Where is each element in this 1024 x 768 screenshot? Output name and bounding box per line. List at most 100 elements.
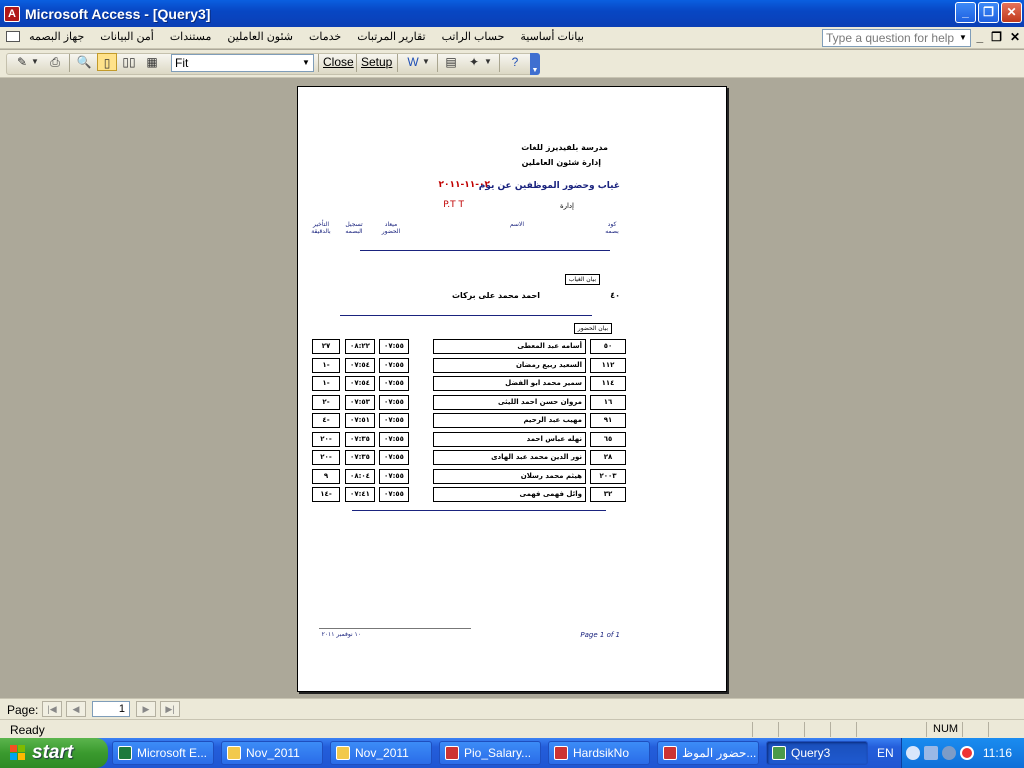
taskbar: start Microsoft E... Nov_2011 Nov_2011 P… [0, 738, 1024, 768]
dept-value: P.T T [443, 200, 464, 210]
school-name: مدرسة بلفيديرز للغات [521, 143, 608, 152]
footer-page: Page 1 of 1 [580, 631, 620, 639]
database-window-icon[interactable]: ▤ [441, 53, 461, 71]
row-name-cell: سمير محمد ابو الفضل [433, 376, 586, 391]
chevron-down-icon[interactable]: ▼ [299, 55, 313, 71]
close-preview-button[interactable]: Close [323, 55, 354, 69]
report-date: ٠٢-١١-٢٠١١ [438, 180, 490, 190]
mdi-minimize-button[interactable]: _ [976, 30, 983, 44]
row-arrival-cell: ٠٧:٥٥ [379, 431, 409, 447]
menu-fingerprint-device[interactable]: جهاز البصمه [29, 30, 84, 43]
table-divider [352, 510, 606, 511]
row-arrival-cell: ٠٧:٥٥ [379, 339, 409, 354]
network-icon[interactable] [924, 746, 938, 760]
help-search-input[interactable]: Type a question for help ▼ [822, 29, 971, 47]
row-delay-cell: -١٤ [312, 487, 340, 502]
task-hardsikno[interactable]: HardsikNo [548, 741, 650, 765]
close-button[interactable]: ✕ [1001, 2, 1022, 23]
row-arrival-cell: ٠٧:٥٥ [379, 468, 409, 484]
row-actual-cell: ٠٧:٣٥ [345, 450, 375, 465]
row-delay-cell: -١ [312, 357, 340, 373]
chevron-down-icon[interactable]: ▼ [421, 53, 431, 71]
windows-logo-icon [10, 745, 27, 761]
chevron-down-icon[interactable]: ▼ [30, 53, 40, 71]
chevron-left-icon[interactable] [906, 746, 920, 760]
multiple-pages-icon[interactable]: ▦ [142, 53, 162, 71]
help-icon[interactable]: ? [505, 53, 525, 71]
row-name-cell: مهيب عبد الرحيم [433, 413, 586, 428]
antivirus-icon[interactable] [960, 746, 974, 760]
header-code: كود بصمه [605, 221, 619, 235]
two-pages-icon[interactable]: ▯▯ [119, 53, 139, 71]
row-arrival-cell: ٠٧:٥٥ [379, 413, 409, 428]
volume-icon[interactable] [942, 746, 956, 760]
zoom-icon[interactable]: 🔍 [74, 53, 94, 71]
row-code-cell: ٩١ [590, 413, 626, 428]
last-page-icon[interactable]: ▶| [160, 701, 180, 717]
mdi-close-button[interactable]: ✕ [1010, 30, 1020, 44]
print-icon[interactable]: ⎙ [45, 53, 65, 71]
word-export-icon[interactable]: W [403, 53, 423, 71]
row-actual-cell: ٠٧:٥٤ [345, 357, 375, 373]
row-arrival-cell: ٠٧:٥٥ [379, 487, 409, 502]
row-code-cell: ٣٢ [590, 487, 626, 502]
prev-page-icon[interactable]: ◀ [66, 701, 86, 717]
row-name-cell: هيثم محمد رسلان [433, 468, 586, 484]
next-page-icon[interactable]: ▶ [136, 701, 156, 717]
header-actual: تسجيل البصمه [345, 221, 363, 235]
system-tray: 11:16 [901, 738, 1024, 768]
page-setup-button[interactable]: Setup [361, 55, 392, 69]
toolbar-options-icon[interactable]: ▼ [530, 53, 540, 75]
attendance-section-label: بيان الحضور [573, 323, 612, 334]
absent-code: ٤٠ [610, 291, 620, 300]
window-title: Microsoft Access - [Query3] [25, 5, 211, 22]
task-excel[interactable]: Microsoft E... [112, 741, 214, 765]
chevron-down-icon[interactable]: ▼ [956, 30, 970, 46]
language-indicator[interactable]: EN [877, 746, 894, 760]
status-bar: Ready NUM [0, 719, 1024, 738]
task-folder-1[interactable]: Nov_2011 [221, 741, 323, 765]
menu-basic-data[interactable]: بيانات أساسية [520, 30, 584, 43]
row-arrival-cell: ٠٧:٥٥ [379, 450, 409, 465]
one-page-icon[interactable]: ▯ [97, 53, 117, 71]
minimize-button[interactable]: _ [955, 2, 976, 23]
start-button[interactable]: start [0, 738, 108, 768]
report-page[interactable]: مدرسة بلفيديرز للغات إدارة شئون العاملين… [297, 86, 727, 692]
menu-salary-calc[interactable]: حساب الراتب [442, 30, 505, 43]
menu-services[interactable]: خدمات [309, 30, 341, 43]
menu-salary-reports[interactable]: تقارير المرتبات [357, 30, 425, 43]
row-name-cell: أسامه عبد المعطى [433, 339, 586, 354]
mdi-restore-button[interactable]: ❐ [991, 30, 1002, 44]
row-delay-cell: -٤ [312, 413, 340, 428]
title-bar: A Microsoft Access - [Query3] _ ❐ ✕ [0, 0, 1024, 27]
row-arrival-cell: ٠٧:٥٥ [379, 394, 409, 410]
row-arrival-cell: ٠٧:٥٥ [379, 357, 409, 373]
row-arrival-cell: ٠٧:٥٥ [379, 376, 409, 391]
restore-button[interactable]: ❐ [978, 2, 999, 23]
row-delay-cell: -٢ [312, 394, 340, 410]
chevron-down-icon[interactable]: ▼ [483, 53, 493, 71]
task-folder-2[interactable]: Nov_2011 [330, 741, 432, 765]
row-actual-cell: ٠٧:٥١ [345, 413, 375, 428]
row-code-cell: ١١٤ [590, 376, 626, 391]
task-pio-salary[interactable]: Pio_Salary... [439, 741, 541, 765]
header-arrival: ميعاد الحضور [381, 221, 401, 235]
page-label: Page: [7, 703, 39, 717]
task-attendance[interactable]: حضور الموظ... [657, 741, 759, 765]
task-query3[interactable]: Query3 [766, 741, 868, 765]
first-page-icon[interactable]: |◀ [42, 701, 62, 717]
row-name-cell: السعيد ربيع رمضان [433, 357, 586, 373]
access-app-icon[interactable]: A [4, 5, 20, 22]
new-object-icon[interactable]: ✦ [464, 53, 484, 71]
menu-documents[interactable]: مستندات [170, 30, 212, 43]
zoom-select[interactable]: Fit ▼ [171, 54, 314, 72]
menu-bar: بيانات أساسية حساب الراتب تقارير المرتبا… [0, 27, 1024, 49]
design-view-icon[interactable]: ✎ [12, 53, 32, 71]
menu-personnel[interactable]: شئون العاملين [227, 30, 293, 43]
row-code-cell: ١٦ [590, 394, 626, 410]
report-title: غياب وحضور الموظفين عن يوم [478, 181, 620, 191]
document-icon[interactable] [6, 31, 20, 42]
menu-data-security[interactable]: أمن البيانات [100, 30, 154, 43]
page-number-input[interactable]: 1 [92, 701, 130, 717]
row-code-cell: ١١٢ [590, 357, 626, 373]
